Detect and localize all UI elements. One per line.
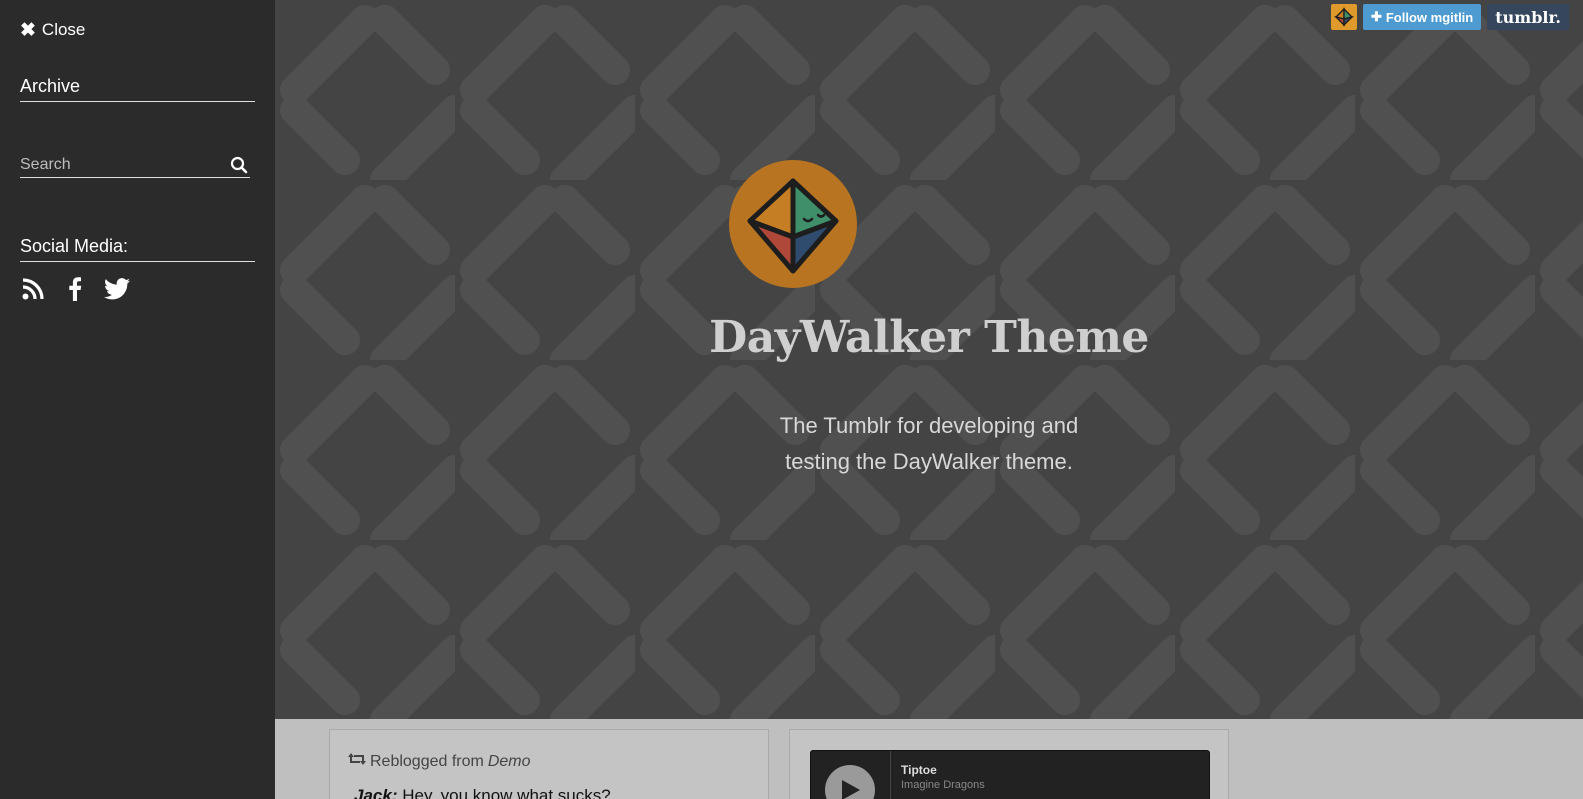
blog-description-line-2: testing the DayWalker theme.	[785, 449, 1073, 474]
audio-play-area	[811, 751, 891, 799]
blog-description-line-1: The Tumblr for developing and	[779, 413, 1079, 438]
blog-title: DayWalker Theme	[709, 312, 1149, 363]
tumblr-logo[interactable]: tumblr.	[1487, 4, 1569, 30]
octahedron-logo-icon	[747, 178, 839, 274]
track-artist: Imagine Dragons	[901, 779, 985, 791]
blog-header: DayWalker Theme The Tumblr for developin…	[275, 0, 1583, 719]
reblog-icon	[348, 752, 366, 771]
track-title: Tiptoe	[901, 763, 937, 777]
rss-icon[interactable]	[20, 276, 46, 302]
sidebar: ✖ Close Archive Social Media:	[0, 0, 275, 799]
octahedron-small-icon	[1333, 7, 1354, 27]
twitter-icon[interactable]	[104, 276, 130, 302]
audio-player: Tiptoe Imagine Dragons	[810, 750, 1210, 799]
reblog-info: Reblogged from Demo	[348, 752, 531, 771]
blog-avatar-small[interactable]	[1330, 4, 1357, 30]
search-input[interactable]	[20, 155, 210, 174]
close-button[interactable]: ✖ Close	[20, 20, 85, 40]
tumblr-controls: ✚ Follow mgitlin tumblr.	[1330, 4, 1569, 30]
facebook-icon[interactable]	[62, 276, 88, 302]
chat-line: Jack: Hey, you know what sucks?	[354, 786, 611, 799]
follow-label: Follow mgitlin	[1385, 9, 1474, 25]
social-media-heading: Social Media:	[20, 236, 255, 262]
blog-avatar[interactable]	[729, 160, 857, 288]
play-button[interactable]	[825, 765, 875, 799]
audio-post: Tiptoe Imagine Dragons	[789, 729, 1229, 799]
blog-description: The Tumblr for developing and testing th…	[275, 408, 1583, 480]
chat-speaker: Jack:	[354, 786, 398, 799]
close-label: Close	[41, 20, 86, 39]
reblog-prefix: Reblogged from	[370, 752, 484, 770]
social-icons	[20, 276, 130, 302]
search-icon[interactable]	[228, 154, 250, 176]
archive-link[interactable]: Archive	[20, 76, 255, 102]
reblog-source-link[interactable]: Demo	[488, 753, 531, 771]
chat-text: Hey, you know what sucks?	[397, 786, 611, 799]
close-icon: ✖	[20, 19, 36, 41]
search-box	[20, 152, 250, 178]
chat-post: Reblogged from Demo Jack: Hey, you know …	[329, 729, 769, 799]
follow-button[interactable]: ✚ Follow mgitlin	[1362, 4, 1482, 30]
play-icon	[842, 780, 860, 799]
plus-icon: ✚	[1370, 9, 1382, 24]
